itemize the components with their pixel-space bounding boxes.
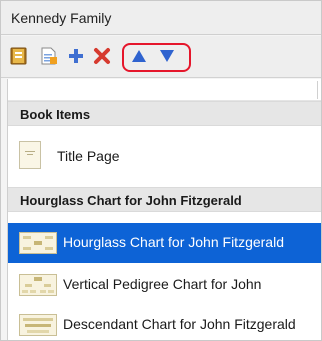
- delete-x-icon[interactable]: [92, 46, 112, 66]
- add-page-icon[interactable]: [38, 46, 58, 66]
- list-item-title-page[interactable]: Title Page: [8, 133, 321, 179]
- list-item-hourglass-chart[interactable]: Hourglass Chart for John Fitzgerald: [8, 223, 321, 263]
- list-item-label: Hourglass Chart for John Fitzgerald: [63, 234, 284, 250]
- list-header-strip: [8, 79, 321, 101]
- plus-icon[interactable]: [66, 46, 86, 66]
- section-header-hourglass: Hourglass Chart for John Fitzgerald: [8, 187, 321, 212]
- list-item-descendant-chart[interactable]: Descendant Chart for John Fitzgerald: [8, 305, 321, 340]
- title-bar: Kennedy Family: [1, 1, 321, 35]
- hourglass-chart-thumbnail-icon: [19, 232, 57, 259]
- book-items-panel: Kennedy Family Book Items Title Page Hou…: [0, 0, 322, 341]
- list-item-label: Descendant Chart for John Fitzgerald: [63, 316, 296, 332]
- list-item-label: Vertical Pedigree Chart for John: [63, 276, 262, 292]
- title-page-thumbnail-icon: [19, 141, 41, 174]
- book-icon[interactable]: [9, 46, 29, 66]
- move-up-triangle-icon[interactable]: [129, 46, 149, 66]
- section-header-label: Book Items: [20, 107, 91, 122]
- column-divider: [317, 81, 318, 99]
- list-item-label: Title Page: [57, 148, 120, 164]
- descendant-chart-thumbnail-icon: [19, 314, 57, 340]
- book-items-list: Book Items Title Page Hourglass Chart fo…: [7, 79, 321, 340]
- move-down-triangle-icon[interactable]: [157, 46, 177, 66]
- section-header-label: Hourglass Chart for John Fitzgerald: [20, 193, 242, 208]
- window-title: Kennedy Family: [11, 10, 112, 26]
- section-header-book-items: Book Items: [8, 101, 321, 126]
- list-item-vertical-pedigree-chart[interactable]: Vertical Pedigree Chart for John: [8, 265, 321, 305]
- toolbar: [1, 36, 321, 78]
- pedigree-chart-thumbnail-icon: [19, 274, 57, 301]
